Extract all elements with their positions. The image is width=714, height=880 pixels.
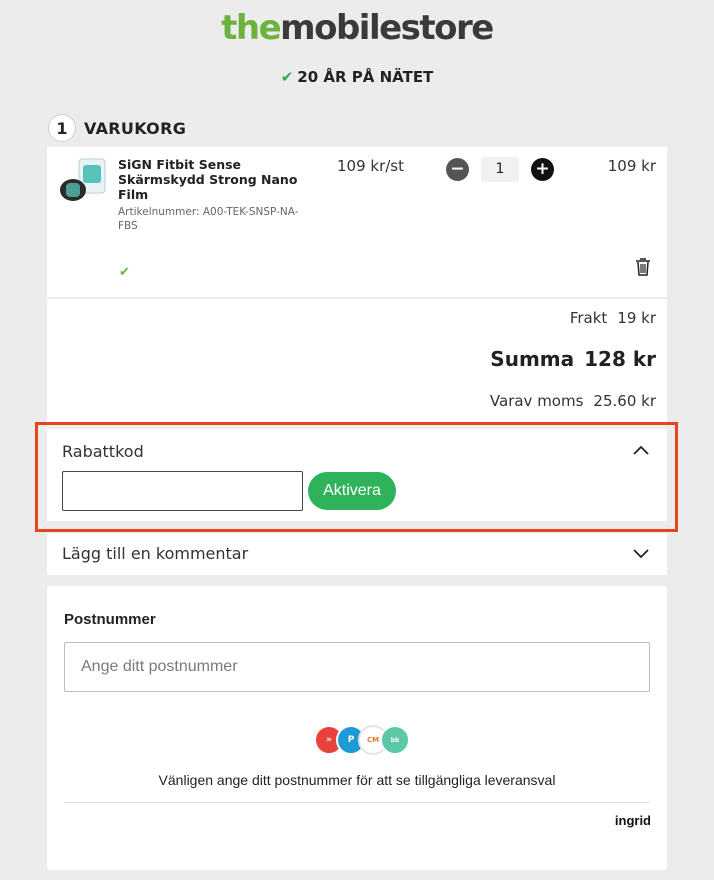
- cart-item: SiGN Fitbit Sense Skärmskydd Strong Nano…: [47, 147, 667, 297]
- order-summary: Frakt 19 kr Summa 128 kr Varav moms 25.60 k…: [47, 299, 667, 423]
- logo-prefix: the: [221, 8, 282, 48]
- comment-section[interactable]: Lägg till en kommentar: [47, 533, 667, 575]
- product-name[interactable]: SiGN Fitbit Sense Skärmskydd Strong Nano…: [118, 157, 308, 202]
- total-row: Summa 128 kr: [490, 347, 656, 371]
- trash-icon[interactable]: [635, 257, 651, 277]
- unit-price: 109 kr/st: [337, 157, 405, 175]
- vat-row: Varav moms 25.60 kr: [490, 392, 656, 410]
- total-label: Summa: [490, 347, 575, 371]
- in-stock-icon: ✔: [119, 265, 130, 280]
- checkmark-icon: ✔: [280, 68, 294, 86]
- vat-label: Varav moms: [489, 392, 584, 410]
- quantity-input[interactable]: 1: [481, 157, 519, 182]
- line-total: 109 kr: [607, 157, 656, 175]
- shipping-hint: Vänligen ange ditt postnummer för att se…: [158, 772, 556, 788]
- step-label: VARUKORG: [84, 118, 187, 138]
- chevron-down-icon[interactable]: [633, 549, 649, 559]
- budbee-logo-icon: bb: [380, 725, 410, 755]
- step-number: 1: [48, 114, 76, 142]
- postal-code-input[interactable]: [64, 642, 650, 692]
- tagline-text: 20 ÅR PÅ NÄTET: [297, 68, 434, 86]
- total-value: 128 kr: [584, 347, 656, 371]
- shipping-label: Frakt: [569, 309, 608, 327]
- logo-suffix: mobilestore: [280, 8, 494, 48]
- step-header: 1 VARUKORG: [48, 114, 186, 142]
- postal-code-label: Postnummer: [64, 611, 156, 628]
- product-thumbnail[interactable]: [57, 157, 109, 209]
- store-logo[interactable]: themobilestore: [0, 8, 714, 48]
- tagline: ✔ 20 ÅR PÅ NÄTET: [0, 68, 714, 86]
- product-sku: Artikelnummer: A00-TEK-SNSP-NA-FBS: [118, 206, 299, 232]
- highlight-box: [35, 422, 678, 532]
- divider: [64, 802, 650, 803]
- decrease-quantity-button[interactable]: −: [446, 158, 469, 181]
- shipping-value: 19 kr: [617, 309, 656, 327]
- shipping-row: Frakt 19 kr: [570, 309, 656, 327]
- carrier-logos: » P CM bb: [314, 725, 414, 757]
- ingrid-logo: ingrid: [614, 813, 651, 828]
- increase-quantity-button[interactable]: +: [531, 158, 554, 181]
- comment-title[interactable]: Lägg till en kommentar: [62, 544, 248, 563]
- shipping-section: Postnummer » P CM bb Vänligen ange ditt …: [47, 586, 667, 870]
- vat-value: 25.60 kr: [593, 392, 656, 410]
